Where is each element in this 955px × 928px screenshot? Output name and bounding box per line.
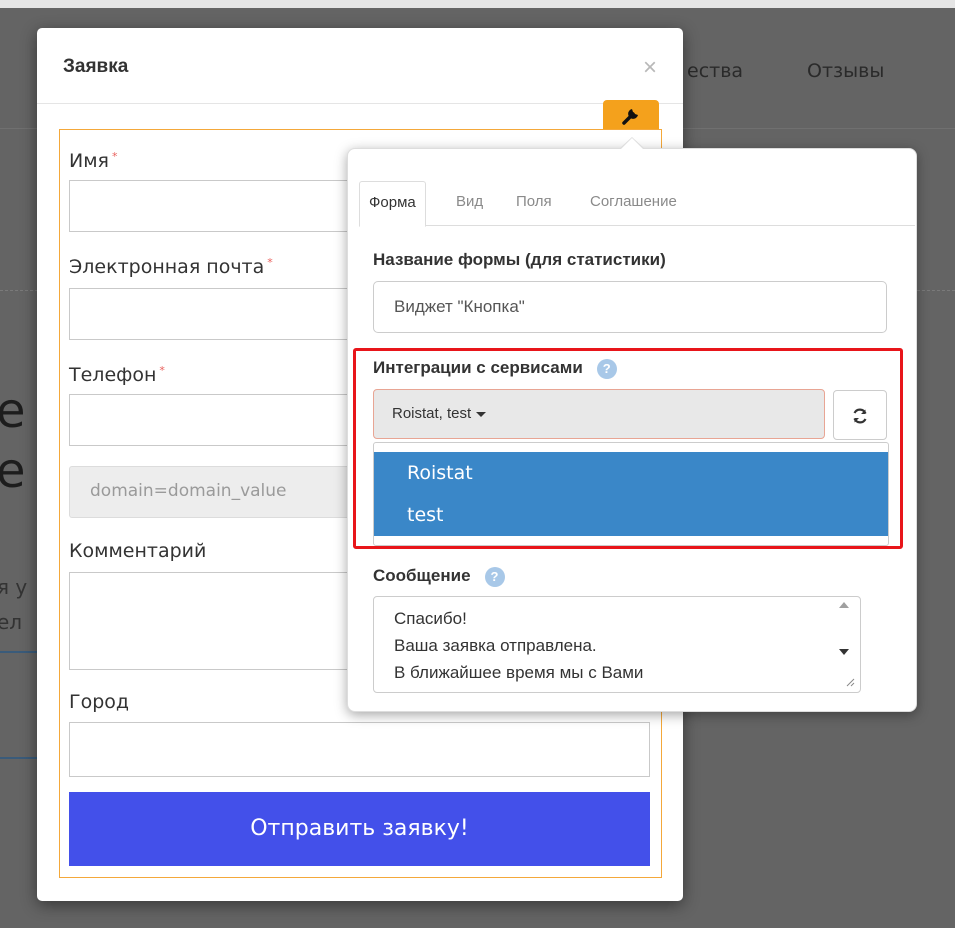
form-name-label: Название формы (для статистики)	[373, 250, 666, 269]
bg-underline-2	[0, 757, 38, 759]
hidden-domain-value: domain=domain_value	[90, 481, 287, 501]
modal-title: Заявка	[63, 56, 129, 77]
bg-nav-item-1[interactable]: ества	[687, 60, 743, 82]
modal-header: Заявка ×	[37, 28, 683, 104]
tab-fields[interactable]: Поля	[516, 181, 552, 225]
highlight-box	[353, 348, 903, 549]
city-label: Город	[69, 691, 130, 713]
city-field[interactable]	[69, 722, 650, 777]
message-line: Спасибо!	[394, 609, 467, 628]
name-label: Имя *	[69, 150, 118, 172]
form-name-input[interactable]: Виджет "Кнопка"	[373, 281, 887, 333]
popover-arrow	[619, 137, 645, 150]
popover-tabs: Форма Вид Поля Соглашение	[359, 181, 915, 227]
scroll-up-arrow[interactable]	[839, 602, 849, 608]
wrench-icon	[622, 109, 638, 125]
scroll-down-arrow[interactable]	[839, 649, 849, 655]
message-line: Ваша заявка отправлена.	[394, 636, 597, 655]
submit-button[interactable]: Отправить заявку!	[69, 792, 650, 866]
bg-text-fragment-1: я у	[0, 575, 28, 599]
help-icon[interactable]: ?	[484, 566, 505, 587]
close-icon[interactable]: ×	[643, 54, 657, 82]
phone-label: Телефон *	[69, 364, 165, 386]
email-label: Электронная почта *	[69, 256, 273, 278]
message-textarea[interactable]: Спасибо! Ваша заявка отправлена. В ближа…	[373, 596, 861, 693]
bg-text-fragment-2: ел	[0, 610, 23, 634]
comment-label: Комментарий	[69, 540, 207, 562]
tab-view[interactable]: Вид	[456, 181, 483, 225]
bg-heading-fragment-2: е	[0, 443, 26, 499]
bg-heading-fragment-1: е	[0, 383, 26, 439]
message-label: Сообщение?	[373, 566, 505, 587]
tab-form[interactable]: Форма	[359, 181, 426, 227]
settings-button[interactable]	[603, 100, 659, 130]
tab-agreement[interactable]: Соглашение	[590, 181, 677, 225]
bg-nav-item-reviews[interactable]: Отзывы	[807, 60, 884, 82]
message-line: В ближайшее время мы с Вами	[394, 663, 644, 682]
bg-underline	[0, 651, 38, 653]
resize-grip-icon[interactable]	[845, 677, 855, 687]
